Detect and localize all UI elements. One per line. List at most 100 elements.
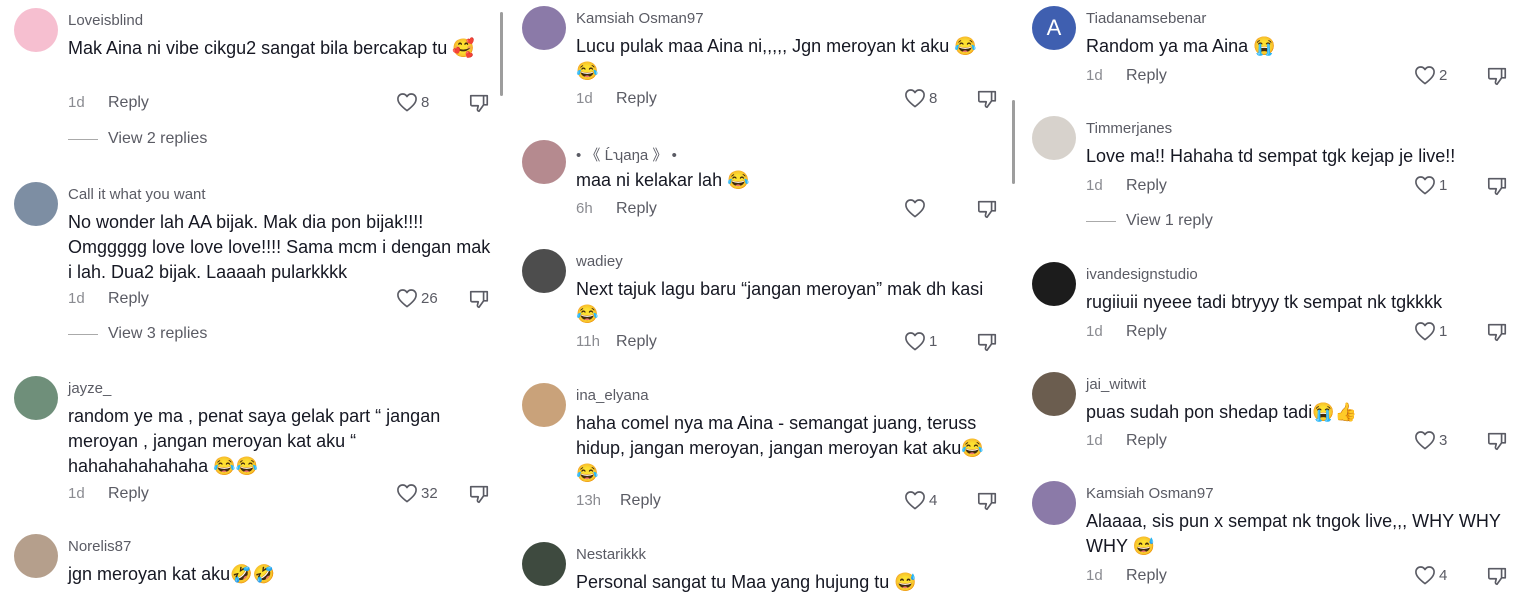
comment-text: Next tajuk lagu baru “jangan meroyan” ma… [576,279,984,324]
comment-text: maa ni kelakar lah 😂 [576,170,750,190]
comment-username[interactable]: Nestarikkk [576,546,646,563]
comment-username[interactable]: wadiey [576,253,623,270]
comment-username[interactable]: Kamsiah Osman97 [576,10,704,27]
avatar[interactable] [14,8,58,52]
comment-meta: 1d Reply 3 [1086,430,1532,452]
dislike-button[interactable] [468,92,490,114]
comment-username[interactable]: ivandesignstudio [1086,266,1198,283]
comment-item: Norelis87 jgn meroyan kat aku🤣🤣 [0,528,506,599]
like-button[interactable]: 1 [1414,175,1447,195]
avatar[interactable] [14,182,58,226]
avatar[interactable] [522,249,566,293]
avatar[interactable] [1032,116,1076,160]
like-button[interactable] [904,198,929,218]
comments-panel-1: Loveisblind Mak Aina ni vibe cikgu2 sang… [0,0,506,599]
reply-button[interactable]: Reply [1126,567,1167,585]
like-button[interactable]: 8 [904,88,937,108]
thumbs-down-icon [1486,565,1508,587]
comment-username[interactable]: Timmerjanes [1086,120,1172,137]
dislike-button[interactable] [976,331,998,353]
dislike-button[interactable] [976,88,998,110]
like-count: 1 [929,332,938,350]
dislike-button[interactable] [1486,175,1508,197]
like-button[interactable]: 4 [1414,565,1447,585]
like-button[interactable]: 1 [1414,321,1447,341]
like-button[interactable]: 1 [904,331,937,351]
dislike-button[interactable] [1486,565,1508,587]
comment-item: A Tiadanamsebenar Random ya ma Aina 😭 1d… [1018,0,1532,100]
heart-outline-icon [904,198,926,218]
heart-outline-icon [396,288,418,308]
reply-button[interactable]: Reply [616,200,657,218]
thumbs-down-icon [1486,430,1508,452]
like-button[interactable]: 3 [1414,430,1447,450]
comment-username[interactable]: Tiadanamsebenar [1086,10,1206,27]
comment-username[interactable]: jayze_ [68,380,111,397]
dislike-button[interactable] [976,490,998,512]
reply-button[interactable]: Reply [616,333,657,351]
dislike-button[interactable] [468,483,490,505]
avatar[interactable] [1032,262,1076,306]
avatar[interactable] [14,376,58,420]
like-count: 4 [1439,566,1448,584]
dislike-button[interactable] [976,198,998,220]
heart-outline-icon [1414,321,1436,341]
reply-button[interactable]: Reply [1126,177,1167,195]
comment-meta: 1d Reply 4 [1086,565,1532,587]
avatar[interactable] [522,383,566,427]
avatar[interactable] [522,542,566,586]
comment-time: 6h [576,200,593,217]
reply-button[interactable]: Reply [1126,323,1167,341]
avatar[interactable] [14,534,58,578]
avatar[interactable] [1032,481,1076,525]
comment-username[interactable]: jai_witwit [1086,376,1146,393]
view-replies-button[interactable]: View 2 replies [68,130,207,148]
dislike-button[interactable] [1486,430,1508,452]
comment-username[interactable]: Call it what you want [68,186,206,203]
like-button[interactable]: 2 [1414,65,1447,85]
comment-username[interactable]: Loveisblind [68,12,143,29]
view-replies-label: View 1 reply [1126,212,1213,229]
thumbs-down-icon [1486,321,1508,343]
view-replies-button[interactable]: View 1 reply [1086,212,1213,230]
thumbs-down-icon [1486,175,1508,197]
comment-username[interactable]: Kamsiah Osman97 [1086,485,1214,502]
comment-meta: 1d Reply 2 [1086,65,1532,87]
avatar[interactable]: A [1032,6,1076,50]
like-button[interactable]: 4 [904,490,937,510]
thumbs-down-icon [1486,65,1508,87]
avatar[interactable] [522,6,566,50]
like-button[interactable]: 32 [396,483,438,503]
dislike-button[interactable] [468,288,490,310]
like-button[interactable]: 26 [396,288,438,308]
thumbs-down-icon [468,92,490,114]
heart-outline-icon [1414,65,1436,85]
comment-text: Random ya ma Aina 😭 [1086,36,1276,56]
reply-button[interactable]: Reply [1126,432,1167,450]
reply-button[interactable]: Reply [108,94,149,112]
like-button[interactable]: 8 [396,92,429,112]
comment-item: wadiey Next tajuk lagu baru “jangan mero… [508,243,1016,363]
heart-outline-icon [904,331,926,351]
dislike-button[interactable] [1486,321,1508,343]
comment-meta: 11h Reply 1 [576,331,1016,353]
avatar[interactable] [1032,372,1076,416]
reply-button[interactable]: Reply [1126,67,1167,85]
dislike-button[interactable] [1486,65,1508,87]
comment-time: 1d [1086,432,1103,449]
reply-button[interactable]: Reply [108,290,149,308]
like-count: 4 [929,491,938,509]
comment-username[interactable]: Norelis87 [68,538,131,555]
thumbs-down-icon [976,490,998,512]
comment-item: Kamsiah Osman97 Alaaaa, sis pun x sempat… [1018,475,1532,599]
reply-button[interactable]: Reply [108,485,149,503]
comment-username[interactable]: • 《 Ĺʮaŋa 》 • [576,144,677,165]
reply-button[interactable]: Reply [616,90,657,108]
reply-button[interactable]: Reply [620,492,661,510]
avatar[interactable] [522,140,566,184]
heart-outline-icon [396,92,418,112]
comment-username[interactable]: ina_elyana [576,387,649,404]
comment-item: jayze_ random ye ma , penat saya gelak p… [0,370,506,520]
divider [68,333,98,335]
view-replies-button[interactable]: View 3 replies [68,325,207,343]
